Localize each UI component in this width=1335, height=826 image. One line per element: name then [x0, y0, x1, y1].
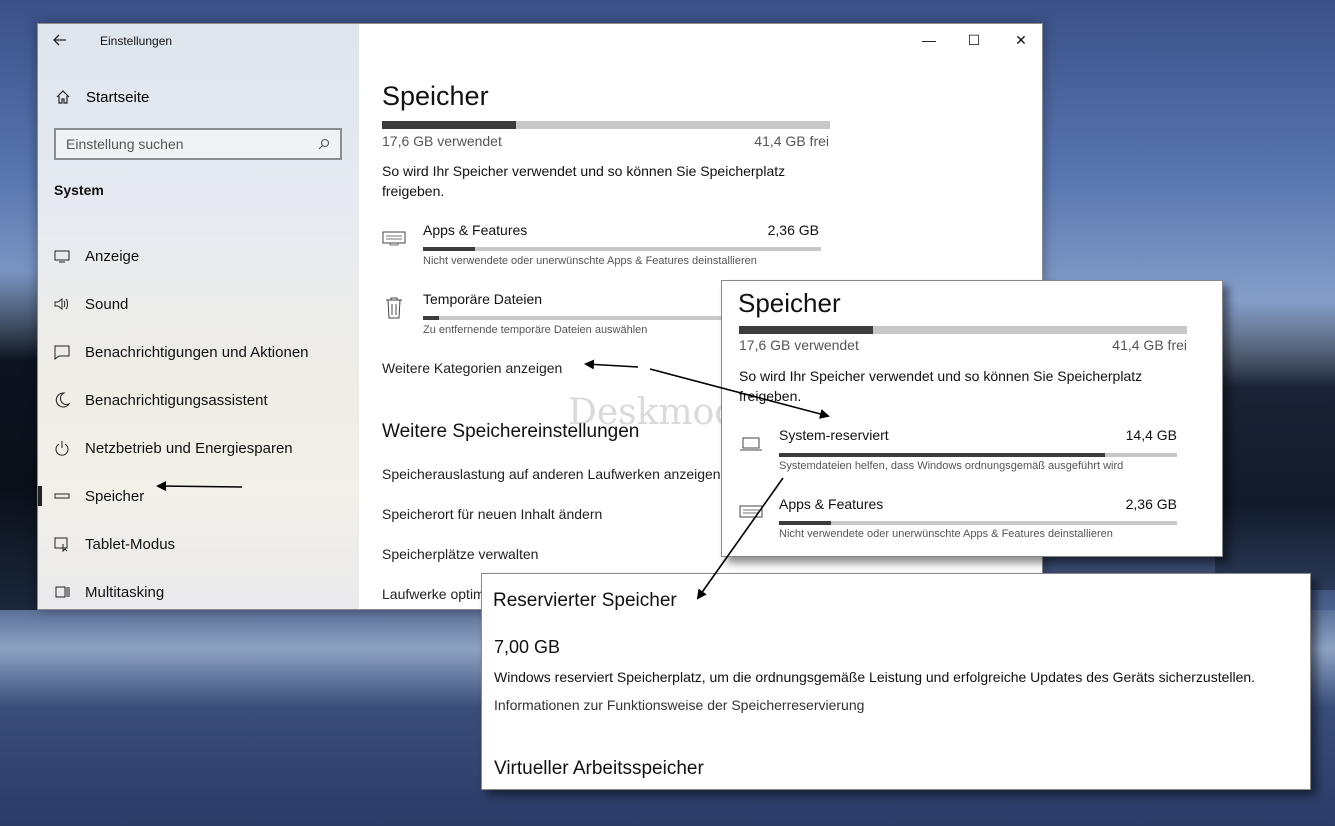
sidebar-item-home[interactable]: Startseite — [54, 86, 149, 108]
sidebar-item-anzeige[interactable]: Anzeige — [38, 232, 359, 280]
free-label: 41,4 GB frei — [754, 133, 829, 149]
search-placeholder: Einstellung suchen — [66, 136, 184, 152]
storage-usage-fill — [382, 121, 517, 129]
home-icon — [56, 90, 70, 104]
sidebar-item-netzbetrieb[interactable]: Netzbetrieb und Energiesparen — [38, 424, 359, 472]
multitasking-icon — [55, 586, 70, 598]
minimize-icon: — — [922, 32, 936, 48]
search-icon — [318, 138, 330, 150]
category-bar — [423, 247, 821, 251]
sidebar-item-tablet[interactable]: Tablet-Modus — [38, 520, 359, 568]
sidebar-item-label: Benachrichtigungsassistent — [85, 391, 268, 409]
category-name: Temporäre Dateien — [423, 291, 543, 307]
category-name: Apps & Features — [423, 222, 528, 238]
category-name: System-reserviert — [779, 427, 889, 443]
virtual-memory-title: Virtueller Arbeitsspeicher — [494, 758, 704, 779]
overlay-usage-bar — [739, 326, 1187, 334]
storage-zoom-overlay: Speicher 17,6 GB verwendet 41,4 GB frei … — [721, 280, 1223, 557]
window-title: Einstellungen — [100, 34, 173, 48]
sidebar-item-label: Benachrichtigungen und Aktionen — [85, 343, 309, 361]
sidebar: Einstellungen Startseite Einstellung suc… — [38, 24, 359, 609]
overlay-title: Speicher — [738, 288, 841, 318]
back-button[interactable] — [52, 32, 74, 52]
sidebar-item-benachrichtigungen[interactable]: Benachrichtigungen und Aktionen — [38, 328, 359, 376]
link-storage-spaces[interactable]: Speicherplätze verwalten — [382, 546, 538, 562]
category-sub: Nicht verwendete oder unerwünschte Apps … — [423, 255, 757, 267]
sidebar-item-label: Speicher — [85, 487, 145, 505]
sidebar-item-speicher[interactable]: Speicher — [38, 472, 359, 520]
category-bar-fill — [423, 247, 475, 251]
category-sub: Systemdateien helfen, dass Windows ordnu… — [779, 460, 1124, 472]
sidebar-item-multitasking[interactable]: Multitasking — [38, 568, 359, 609]
monitor-icon — [54, 250, 70, 263]
sidebar-section-title: System — [54, 182, 104, 198]
used-label: 17,6 GB verwendet — [382, 133, 502, 149]
storage-icon — [54, 493, 70, 499]
sidebar-item-home-label: Startseite — [86, 88, 150, 106]
maximize-icon: ☐ — [967, 32, 981, 48]
link-other-drives[interactable]: Speicherauslastung auf anderen Laufwerke… — [382, 466, 721, 482]
sidebar-item-label: Sound — [85, 295, 129, 313]
overlay-free-label: 41,4 GB frei — [1112, 337, 1187, 353]
sidebar-item-label: Netzbetrieb und Energiesparen — [85, 439, 293, 457]
sidebar-item-sound[interactable]: Sound — [38, 280, 359, 328]
reserved-description: Windows reserviert Speicherplatz, um die… — [494, 669, 1256, 685]
storage-description: So wird Ihr Speicher verwendet und so kö… — [382, 163, 786, 199]
category-bar-fill — [423, 316, 439, 320]
maximize-button[interactable]: ☐ — [960, 32, 988, 49]
category-bar — [779, 521, 1177, 525]
category-bar-fill — [779, 521, 831, 525]
sidebar-item-label: Multitasking — [85, 583, 165, 601]
reserved-info-link[interactable]: Informationen zur Funktionsweise der Spe… — [494, 697, 864, 713]
close-button[interactable]: ✕ — [1007, 32, 1035, 49]
minimize-button[interactable]: — — [915, 32, 943, 48]
keyboard-icon — [739, 505, 763, 518]
forest-silhouette-right — [1215, 300, 1335, 590]
reserved-size: 7,00 GB — [494, 637, 561, 657]
category-sub: Zu entfernende temporäre Dateien auswähl… — [423, 324, 648, 336]
overlay-usage-fill — [739, 326, 874, 334]
back-arrow-icon — [53, 34, 66, 46]
sidebar-item-label: Anzeige — [85, 247, 140, 265]
overlay-used-label: 17,6 GB verwendet — [739, 337, 859, 353]
keyboard-icon — [382, 231, 406, 246]
category-size: 2,36 GB — [767, 222, 819, 238]
more-categories-link[interactable]: Weitere Kategorien anzeigen — [382, 360, 562, 376]
category-sub: Nicht verwendete oder unerwünschte Apps … — [779, 528, 1113, 540]
tablet-icon — [54, 537, 68, 553]
power-icon — [55, 441, 69, 456]
category-bar-fill — [779, 453, 1106, 457]
sidebar-nav: Anzeige Sound Benachrichtigungen und Akt… — [38, 232, 359, 609]
search-input[interactable]: Einstellung suchen — [54, 128, 342, 160]
laptop-icon — [740, 437, 762, 451]
moon-icon — [55, 392, 71, 408]
page-title: Speicher — [382, 81, 489, 111]
category-size: 14,4 GB — [1125, 427, 1177, 443]
reserved-title: Reservierter Speicher — [493, 590, 677, 611]
storage-usage-bar — [382, 121, 830, 129]
message-icon — [54, 345, 70, 360]
overlay-description: So wird Ihr Speicher verwendet und so kö… — [739, 368, 1143, 404]
sidebar-item-assistent[interactable]: Benachrichtigungsassistent — [38, 376, 359, 424]
category-bar — [779, 453, 1177, 457]
reserved-storage-overlay: Reservierter Speicher 7,00 GB Windows re… — [481, 573, 1311, 790]
sidebar-item-label: Tablet-Modus — [85, 535, 176, 553]
trash-icon — [386, 297, 402, 319]
speaker-icon — [54, 298, 68, 310]
link-save-location[interactable]: Speicherort für neuen Inhalt ändern — [382, 506, 602, 522]
category-name: Apps & Features — [779, 496, 884, 512]
close-icon: ✕ — [1015, 32, 1027, 48]
category-size: 2,36 GB — [1125, 496, 1177, 512]
